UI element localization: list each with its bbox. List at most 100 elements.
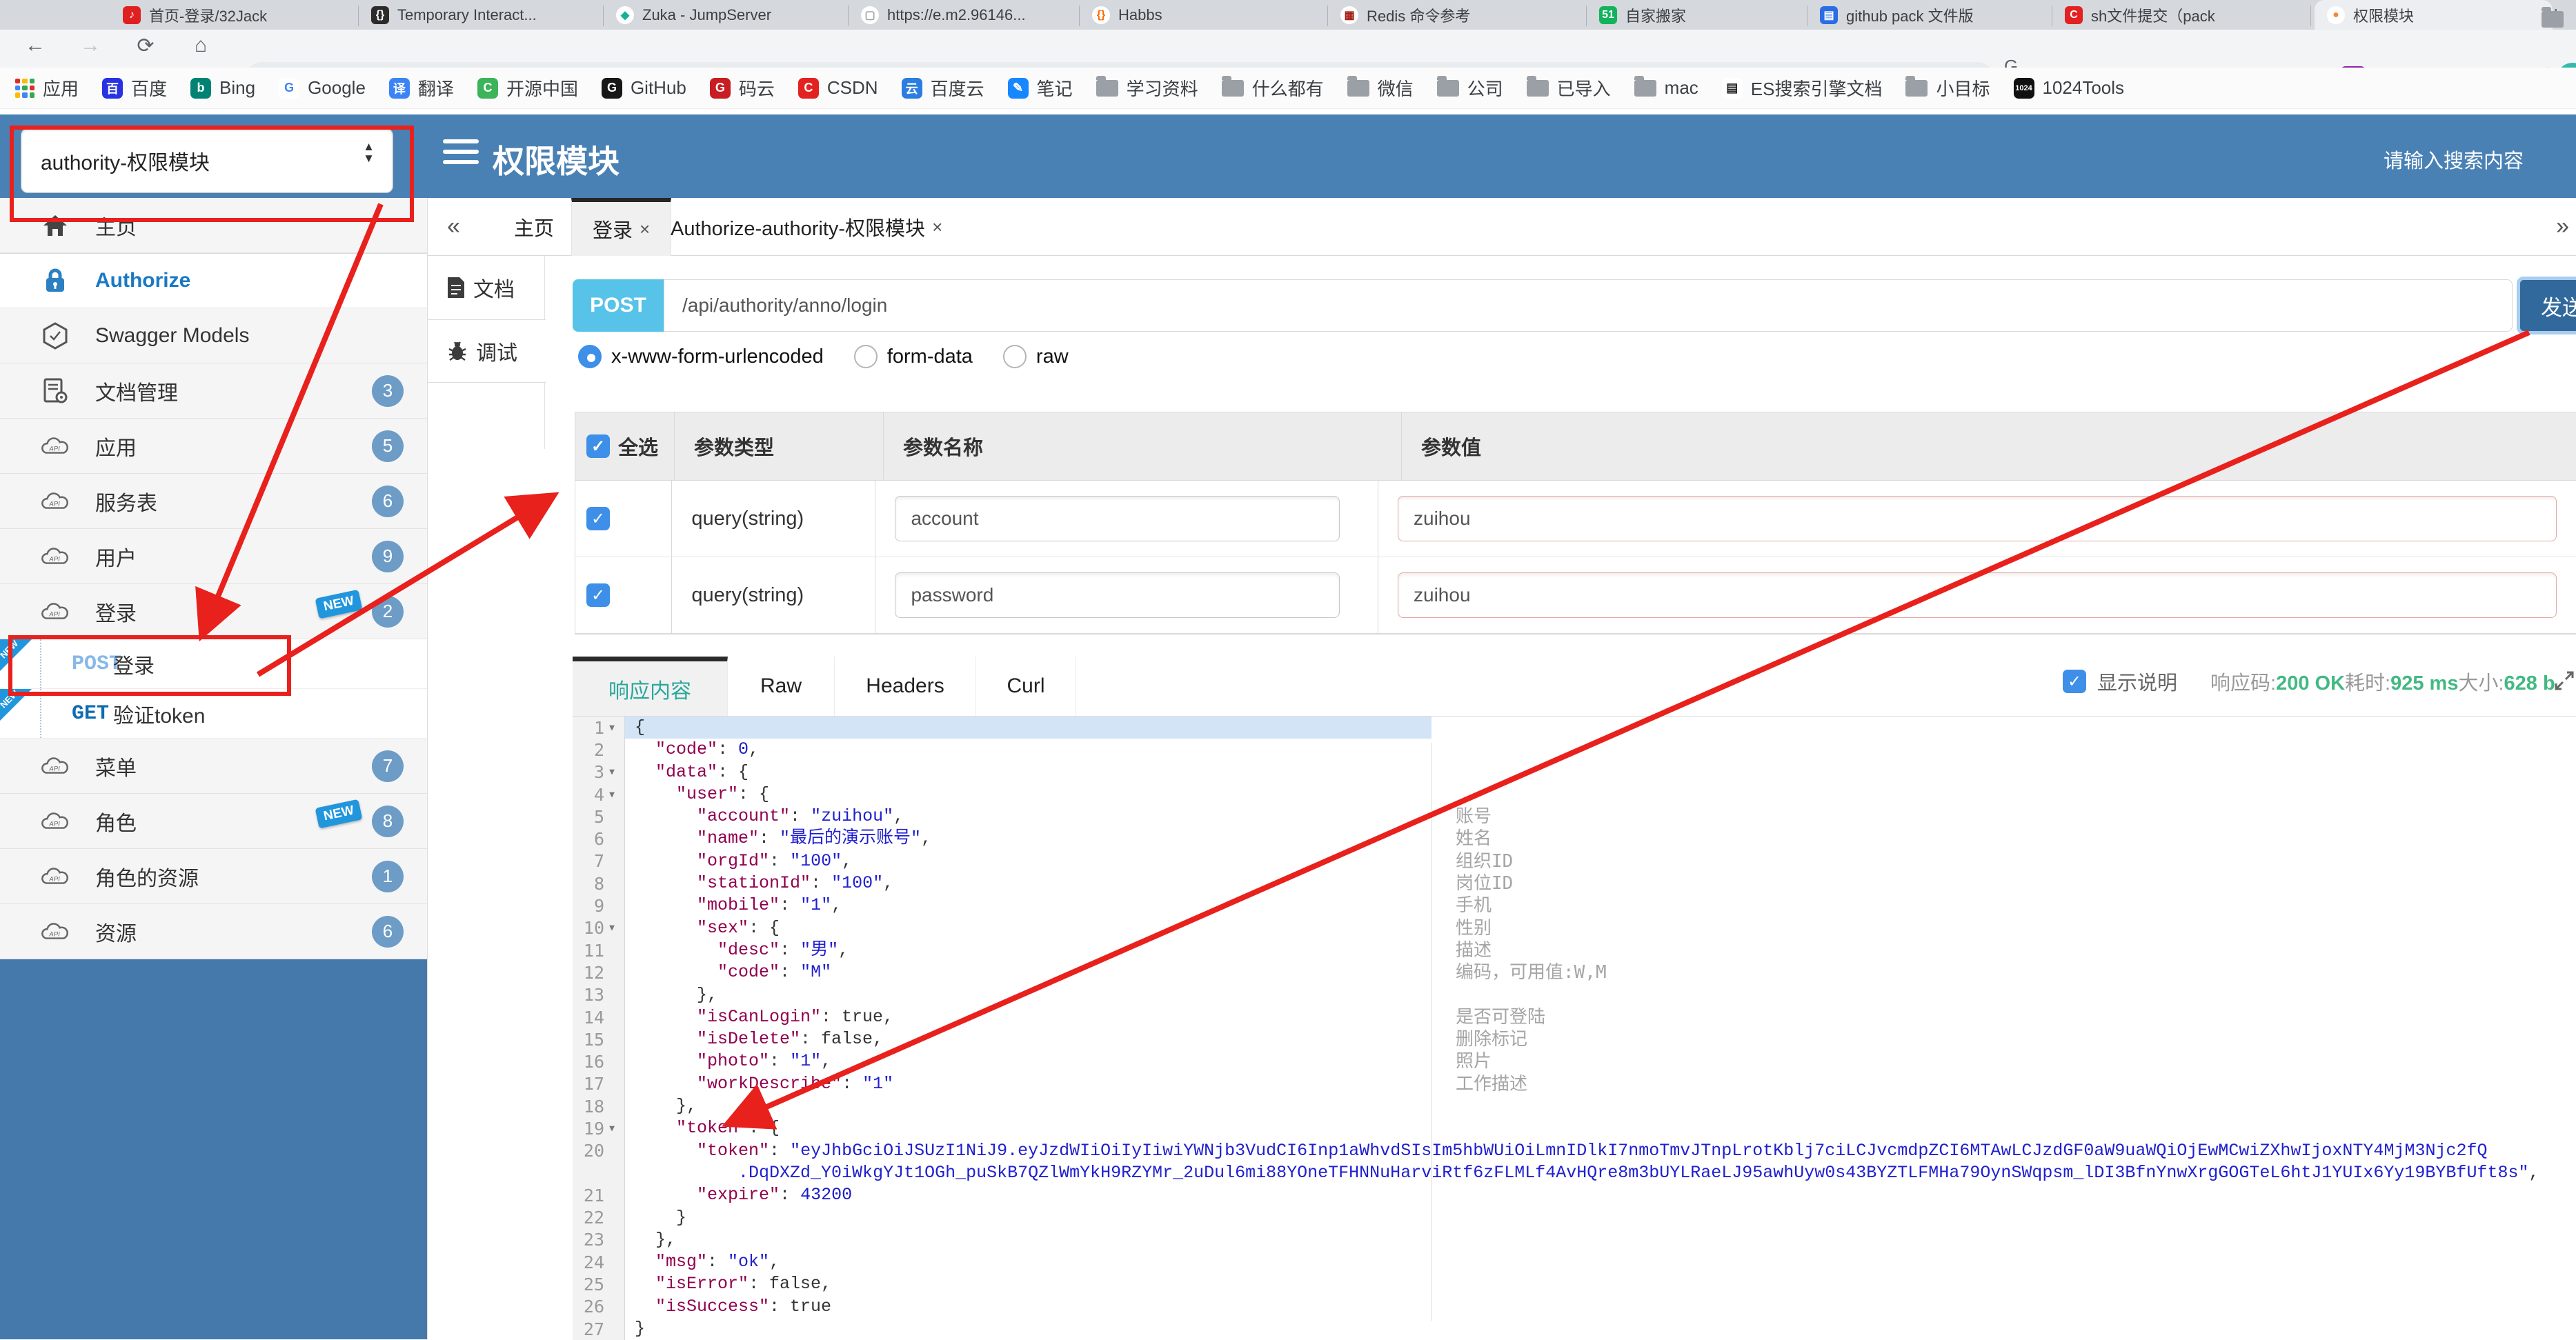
response-meta-pair: 响应码:200 OK xyxy=(2210,672,2346,694)
document-tab[interactable]: Authorize-authority-权限模块 × xyxy=(650,198,963,256)
bookmark-label: Google xyxy=(308,77,366,98)
count-badge: 7 xyxy=(372,750,404,782)
bookmark-item[interactable]: 译 翻译 xyxy=(388,75,454,101)
param-value-input[interactable] xyxy=(1398,572,2557,618)
bookmark-item[interactable]: ✎ 笔记 xyxy=(1007,75,1073,101)
show-description-checkbox[interactable] xyxy=(2063,670,2086,693)
param-checkbox[interactable] xyxy=(586,507,610,530)
bookmark-item[interactable]: G GitHub xyxy=(601,77,686,99)
response-tab[interactable]: Curl xyxy=(976,657,1076,716)
code-line: 23▼ }, xyxy=(573,1229,2576,1251)
count-badge: 8 xyxy=(372,805,404,837)
fold-arrow-icon[interactable]: ▼ xyxy=(604,790,620,800)
bookmark-item[interactable]: 应用 xyxy=(15,75,79,101)
bookmark-label: 翻译 xyxy=(417,79,454,99)
browser-tab[interactable]: ● 权限模块 xyxy=(2315,0,2553,30)
sidebar-item-角色的资源[interactable]: API 角色的资源 NEW 1 xyxy=(0,849,427,904)
response-tab[interactable]: 响应内容 xyxy=(573,657,728,716)
menu-hamburger-icon[interactable] xyxy=(443,139,479,170)
bookmark-item[interactable]: 小目标 xyxy=(1905,75,1990,101)
body-type-radio[interactable]: x-www-form-urlencoded xyxy=(578,345,824,368)
sidebar-item-用户[interactable]: API 用户 NEW 9 xyxy=(0,529,427,584)
body-type-radio[interactable]: raw xyxy=(1002,345,1069,368)
sidebar-item-角色[interactable]: API 角色 NEW 8 xyxy=(0,794,427,849)
param-name-input[interactable] xyxy=(895,572,1340,618)
bookmark-item[interactable]: b Bing xyxy=(190,77,255,99)
bookmark-item[interactable]: 微信 xyxy=(1347,75,1414,101)
rail-item-文档[interactable]: 文档 xyxy=(428,256,544,319)
browser-tab[interactable]: ▢ https://e.m2.96146... xyxy=(849,0,1080,30)
param-checkbox[interactable] xyxy=(586,583,610,607)
browser-tab[interactable]: ◆ Zuka - JumpServer xyxy=(604,0,849,30)
sidebar-endpoint-item[interactable]: NEW GET 验证token xyxy=(0,688,427,739)
bookmark-item[interactable]: G Google xyxy=(279,77,366,99)
collapse-sidebar-button[interactable]: « xyxy=(447,213,460,240)
header-search-placeholder[interactable]: 请输入搜索内容 xyxy=(2384,145,2524,174)
forward-arrow-icon[interactable]: → xyxy=(76,34,105,57)
browser-tab[interactable]: 51 自家搬家 xyxy=(1587,0,1807,30)
reload-icon[interactable]: ⟳ xyxy=(131,34,160,58)
back-arrow-icon[interactable]: ← xyxy=(21,34,50,57)
bookmark-item[interactable]: 什么都有 xyxy=(1221,75,1324,101)
sidebar-item-服务表[interactable]: API 服务表 NEW 6 xyxy=(0,474,427,529)
select-all-checkbox[interactable] xyxy=(586,434,610,458)
svg-text:API: API xyxy=(48,765,60,772)
sidebar-item-label: Authorize xyxy=(95,269,191,292)
request-url-input[interactable] xyxy=(664,279,2513,332)
param-value-input[interactable] xyxy=(1398,496,2557,541)
sidebar-item-登录[interactable]: API 登录 NEW 2 xyxy=(0,584,427,639)
body-type-radio[interactable]: form-data xyxy=(853,345,973,368)
browser-tab[interactable]: C sh文件提交（pack xyxy=(2052,0,2311,30)
new-tag: NEW xyxy=(315,589,363,619)
sidebar-item-Authorize[interactable]: API Authorize NEW xyxy=(0,253,427,308)
line-number: 25 xyxy=(583,1274,604,1295)
browser-tab[interactable]: {} Habbs xyxy=(1080,0,1328,30)
fold-arrow-icon[interactable]: ▼ xyxy=(604,723,620,733)
sidebar-item-label: 角色的资源 xyxy=(95,867,199,890)
sidebar-item-菜单[interactable]: API 菜单 NEW 7 xyxy=(0,739,427,794)
bookmark-item[interactable]: 百 百度 xyxy=(102,75,167,101)
browser-tab[interactable]: ♪ 首页-登录/32Jack xyxy=(110,0,359,30)
browser-tab[interactable]: ▦ Redis 命令参考 xyxy=(1328,0,1587,30)
response-tab[interactable]: Raw xyxy=(728,657,835,716)
fold-arrow-icon[interactable]: ▼ xyxy=(604,923,620,933)
document-tab[interactable]: 主页 xyxy=(493,198,575,256)
send-button[interactable]: 发送 xyxy=(2517,277,2576,334)
sidebar-item-文档管理[interactable]: API 文档管理 NEW 3 xyxy=(0,363,427,419)
rail-item-调试[interactable]: 调试 xyxy=(428,319,546,383)
sidebar-item-label: 资源 xyxy=(95,922,137,946)
code-line-text: } xyxy=(635,1207,687,1228)
param-name-input[interactable] xyxy=(895,496,1340,541)
home-icon[interactable]: ⌂ xyxy=(186,34,215,57)
fold-arrow-icon[interactable]: ▼ xyxy=(604,1123,620,1134)
sidebar-item-应用[interactable]: API 应用 NEW 5 xyxy=(0,419,427,474)
bookmark-item[interactable]: 已导入 xyxy=(1526,75,1611,101)
bookmark-item[interactable]: ▤ ES搜索引擎文档 xyxy=(1721,75,1882,101)
document-manage-icon xyxy=(43,378,68,403)
code-line-text: "data": { xyxy=(655,761,749,782)
bookmark-item[interactable]: mac xyxy=(1634,75,1698,99)
bookmark-item[interactable]: 1024 1024Tools xyxy=(2013,77,2124,99)
sidebar-item-资源[interactable]: API 资源 NEW 6 xyxy=(0,904,427,959)
browser-tab[interactable]: ▤ github pack 文件版 xyxy=(1807,0,2052,30)
response-tab[interactable]: Headers xyxy=(835,657,976,716)
tab-close-icon[interactable]: × xyxy=(932,217,942,238)
bookmark-item[interactable]: 云 百度云 xyxy=(901,75,984,101)
count-badge: 9 xyxy=(372,540,404,572)
fullscreen-expand-icon[interactable] xyxy=(2553,669,2576,696)
sidebar-item-Swagger Models[interactable]: API Swagger Models NEW xyxy=(0,308,427,363)
tab-overflow-button[interactable]: » xyxy=(2556,213,2569,240)
bookmark-item[interactable]: C 开源中国 xyxy=(477,75,578,101)
bookmark-item[interactable]: G 码云 xyxy=(709,75,775,101)
show-description-toggle[interactable]: 显示说明 xyxy=(2063,667,2177,696)
bookmark-item[interactable]: C CSDN xyxy=(797,77,878,99)
bookmarks-overflow-folder-icon[interactable] xyxy=(2542,7,2564,28)
browser-tab[interactable]: {} Temporary Interact... xyxy=(359,0,604,30)
response-json-editor[interactable]: 1▼ { 2▼ "code": 0, 3▼ "data": { 4▼ "user… xyxy=(573,716,2576,1340)
bookmark-item[interactable]: 学习资料 xyxy=(1096,75,1198,101)
sidebar: API 主页 NEW API Authorize NEW API Swagger… xyxy=(0,198,428,1339)
bookmark-item[interactable]: 公司 xyxy=(1436,75,1503,101)
fold-arrow-icon[interactable]: ▼ xyxy=(604,767,620,777)
tab-close-icon[interactable]: × xyxy=(640,219,650,240)
line-number: 5 xyxy=(593,806,604,827)
